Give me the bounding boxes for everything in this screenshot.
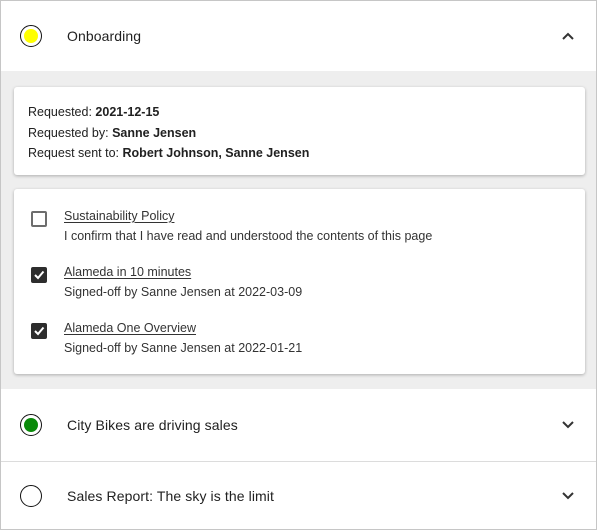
status-fill-empty <box>24 489 38 503</box>
status-indicator-icon <box>20 25 42 47</box>
requested-row: Requested: 2021-12-15 <box>28 102 571 123</box>
status-fill-green <box>24 418 38 432</box>
task-item: Sustainability Policy I confirm that I h… <box>14 209 585 259</box>
requested-by-row: Requested by: Sanne Jensen <box>28 123 571 144</box>
check-icon <box>34 270 45 280</box>
chevron-down-icon[interactable] <box>560 488 576 504</box>
accordion-body-onboarding: Requested: 2021-12-15 Requested by: Sann… <box>1 71 596 389</box>
sent-to-names: Robert Johnson, Sanne Jensen <box>122 146 310 160</box>
checklist-panel: Onboarding Requested: 2021-12-15 Request… <box>0 0 597 530</box>
check-icon <box>34 326 45 336</box>
task-description: Signed-off by Sanne Jensen at 2022-03-09 <box>64 285 303 299</box>
task-checkbox-unchecked[interactable] <box>31 211 47 227</box>
accordion-header-city-bikes[interactable]: City Bikes are driving sales <box>1 389 596 461</box>
sent-to-label: Request sent to: <box>28 146 120 160</box>
task-list-card: Sustainability Policy I confirm that I h… <box>14 189 585 374</box>
requested-by-label: Requested by: <box>28 125 109 140</box>
task-checkbox-checked[interactable] <box>31 323 47 339</box>
task-link[interactable]: Alameda One Overview <box>64 321 196 335</box>
accordion-header-sales-report[interactable]: Sales Report: The sky is the limit <box>1 462 596 529</box>
chevron-down-icon[interactable] <box>560 417 576 433</box>
task-description: Signed-off by Sanne Jensen at 2022-01-21 <box>64 341 303 355</box>
requested-by-name: Sanne Jensen <box>112 125 197 140</box>
requested-label: Requested: <box>28 105 92 119</box>
status-indicator-icon <box>20 485 42 507</box>
chevron-up-icon[interactable] <box>560 28 576 44</box>
status-fill-yellow <box>24 29 38 43</box>
task-link[interactable]: Sustainability Policy <box>64 209 174 223</box>
task-item: Alameda One Overview Signed-off by Sanne… <box>14 321 585 371</box>
task-link[interactable]: Alameda in 10 minutes <box>64 265 191 279</box>
accordion-header-onboarding[interactable]: Onboarding <box>1 1 596 71</box>
accordion-title: Sales Report: The sky is the limit <box>67 487 274 504</box>
status-indicator-icon <box>20 414 42 436</box>
request-info-card: Requested: 2021-12-15 Requested by: Sann… <box>14 87 585 175</box>
task-item: Alameda in 10 minutes Signed-off by Sann… <box>14 265 585 315</box>
accordion-title: City Bikes are driving sales <box>67 417 238 433</box>
accordion-title: Onboarding <box>67 28 142 44</box>
sent-to-row: Request sent to: Robert Johnson, Sanne J… <box>28 143 571 164</box>
requested-date: 2021-12-15 <box>95 105 160 119</box>
task-checkbox-checked[interactable] <box>31 267 47 283</box>
task-description: I confirm that I have read and understoo… <box>64 229 433 243</box>
